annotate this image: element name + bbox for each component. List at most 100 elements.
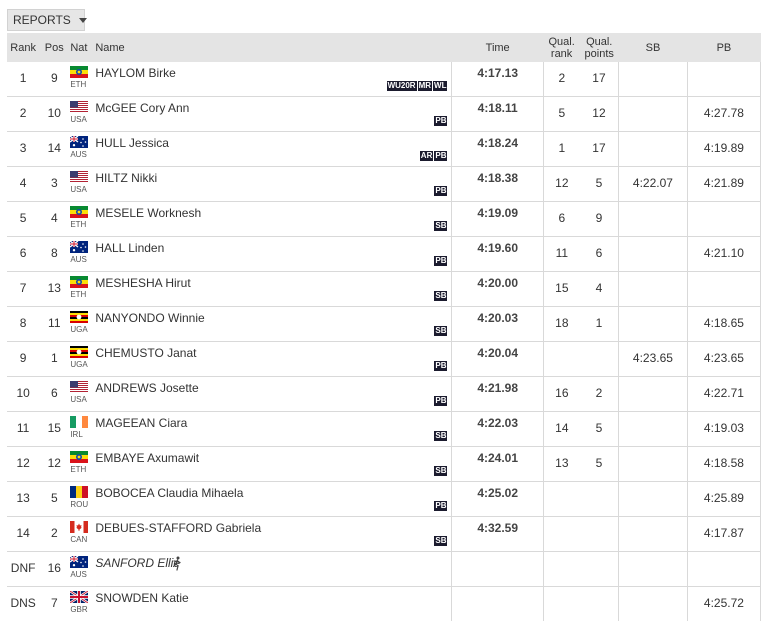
pos-cell: 3 — [50, 176, 58, 190]
athlete-name-link[interactable]: HAYLOM Birke — [95, 66, 175, 80]
athlete-name-link[interactable]: MAGEEAN Ciara — [95, 416, 187, 430]
australia-flag-icon — [70, 556, 89, 568]
pos-cell: 11 — [48, 316, 61, 330]
header-sb[interactable]: SB — [618, 33, 688, 62]
qual-points-cell: 12 — [592, 106, 606, 120]
country-code: ETH — [70, 80, 87, 89]
qual-rank-cell: 5 — [558, 106, 566, 120]
record-badge: SB — [434, 221, 448, 231]
athlete-name-link[interactable]: EMBAYE Axumawit — [95, 451, 199, 465]
rank-cell: 3 — [19, 141, 27, 155]
qual-rank-cell — [544, 552, 580, 562]
qual-points-cell: 17 — [592, 141, 606, 155]
pb-cell: 4:19.03 — [703, 421, 744, 435]
athlete-name-link[interactable]: MESHESHA Hirut — [95, 276, 190, 290]
athlete-name-link[interactable]: ANDREWS Josette — [95, 381, 198, 395]
header-nat[interactable]: Nat — [69, 42, 95, 54]
sb-cell — [619, 202, 687, 212]
usa-flag-icon — [70, 381, 89, 393]
qual-rank-cell: 18 — [555, 316, 569, 330]
pos-cell: 7 — [50, 596, 58, 610]
header-rank[interactable]: Rank — [7, 33, 40, 62]
pos-cell: 8 — [50, 246, 58, 260]
athlete-name-link[interactable]: NANYONDO Winnie — [95, 311, 204, 325]
table-row: 4 3 USA HILTZ Nikki PB 4:18.38 12 5 4:22.07 4:21.… — [7, 166, 761, 202]
qual-points-cell: 5 — [595, 421, 603, 435]
athlete-cell: USA ANDREWS Josette PB — [69, 377, 451, 411]
header-pos[interactable]: Pos — [39, 33, 70, 62]
rank-cell: 4 — [19, 176, 27, 190]
pb-cell: 4:17.87 — [703, 526, 744, 540]
pb-cell — [688, 62, 760, 72]
sb-cell — [619, 482, 687, 492]
country-code: USA — [70, 395, 87, 404]
athlete-name-link[interactable]: SANFORD Ellie — [95, 556, 180, 570]
sb-cell — [619, 412, 687, 422]
australia-flag-icon — [70, 241, 89, 253]
table-row: 5 4 ETH MESELE Worknesh SB 4:19.09 6 9 — [7, 201, 761, 237]
table-row: 13 5 ROU BOBOCEA Claudia Mihaela PB 4:25.02 4:… — [7, 481, 761, 517]
athlete-name-link[interactable]: MESELE Worknesh — [95, 206, 201, 220]
athlete-cell: USA McGEE Cory Ann PB — [69, 97, 451, 131]
athlete-name-link[interactable]: SNOWDEN Katie — [95, 591, 188, 605]
record-badges: SB — [434, 536, 448, 546]
record-badge: MR — [417, 81, 433, 91]
record-badge: SB — [434, 466, 448, 476]
header-qual-points[interactable]: Qual. points — [579, 33, 619, 62]
reports-dropdown-button[interactable]: REPORTS — [7, 9, 87, 31]
athlete-cell: ETH MESHESHA Hirut SB — [69, 272, 451, 306]
athlete-name-link[interactable]: HALL Linden — [95, 241, 164, 255]
athlete-name-link[interactable]: CHEMUSTO Janat — [95, 346, 196, 360]
athlete-name-link[interactable]: DEBUES-STAFFORD Gabriela — [95, 521, 261, 535]
sb-cell — [619, 377, 687, 387]
pos-cell: 1 — [50, 351, 58, 365]
record-badge: PB — [434, 396, 448, 406]
pos-cell: 12 — [47, 456, 61, 470]
athlete-name-link[interactable]: HILTZ Nikki — [95, 171, 157, 185]
rank-cell: 6 — [19, 246, 27, 260]
qual-points-cell: 2 — [595, 386, 603, 400]
pos-cell: 15 — [47, 421, 61, 435]
time-cell: 4:17.13 — [477, 66, 519, 80]
table-row: 1 9 ETH HAYLOM Birke WU20R MR WL 4:17.13 2 17 — [7, 62, 761, 97]
athlete-cell: UGA NANYONDO Winnie SB — [69, 307, 451, 341]
sb-cell — [619, 62, 687, 72]
ethiopia-flag-icon — [70, 276, 89, 288]
qual-points-cell: 1 — [595, 316, 603, 330]
pb-cell — [688, 202, 760, 212]
caret-down-icon — [78, 17, 87, 23]
country-code: ETH — [70, 465, 87, 474]
athlete-name-link[interactable]: HULL Jessica — [95, 136, 169, 150]
record-badges: SB — [434, 466, 448, 476]
sb-cell — [619, 97, 687, 107]
romania-flag-icon — [70, 486, 89, 498]
results-table: Rank Pos Nat Name Time Qual. rank Qual. p… — [7, 33, 761, 621]
canada-flag-icon — [70, 521, 89, 533]
time-cell: 4:18.38 — [477, 171, 519, 185]
qual-points-cell — [580, 482, 618, 492]
sb-cell: 4:23.65 — [632, 351, 673, 365]
athlete-name-link[interactable]: BOBOCEA Claudia Mihaela — [95, 486, 243, 500]
usa-flag-icon — [70, 171, 89, 183]
time-cell: 4:20.03 — [477, 311, 519, 325]
time-cell: 4:22.03 — [477, 416, 519, 430]
table-row: 14 2 CAN DEBUES-STAFFORD Gabriela SB 4:32.59 4… — [7, 516, 761, 552]
qual-rank-cell — [544, 342, 580, 352]
time-cell: 4:24.01 — [477, 451, 519, 465]
record-badges: PB — [434, 116, 448, 126]
header-time[interactable]: Time — [451, 33, 544, 62]
qual-rank-cell: 6 — [558, 211, 566, 225]
pb-cell — [688, 552, 760, 562]
uganda-flag-icon — [70, 311, 89, 323]
sb-cell — [619, 552, 687, 562]
record-badge: PB — [434, 186, 448, 196]
header-name[interactable]: Name — [95, 42, 124, 54]
sb-cell: 4:22.07 — [632, 176, 673, 190]
header-qual-rank[interactable]: Qual. rank — [543, 33, 580, 62]
athlete-cell: UGA CHEMUSTO Janat PB — [69, 342, 451, 376]
country-code: ETH — [70, 290, 87, 299]
athlete-name-link[interactable]: McGEE Cory Ann — [95, 101, 189, 115]
header-pb[interactable]: PB — [687, 33, 761, 62]
sb-cell — [619, 307, 687, 317]
sb-cell — [619, 517, 687, 527]
